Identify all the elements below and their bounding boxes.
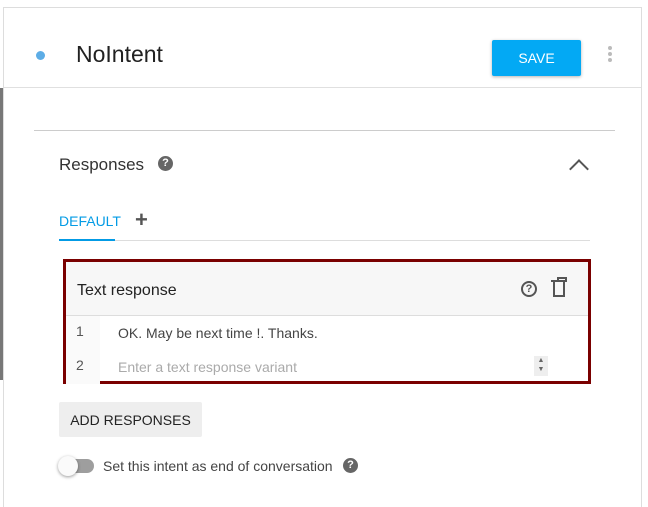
scrollbar[interactable] (0, 88, 3, 380)
divider (34, 130, 615, 131)
trash-icon[interactable] (551, 277, 567, 297)
response-input[interactable]: Enter a text response variant (118, 359, 297, 375)
status-dot-icon (36, 51, 45, 60)
add-responses-button[interactable]: ADD RESPONSES (59, 402, 202, 437)
response-row: 1 OK. May be next time !. Thanks. (66, 316, 588, 350)
end-conversation-label: Set this intent as end of conversation (103, 458, 333, 474)
resize-spinner-icon[interactable]: ▲ ▼ (534, 356, 548, 376)
add-tab-icon[interactable]: + (135, 207, 148, 233)
row-number: 1 (66, 316, 100, 350)
help-icon[interactable]: ? (158, 156, 173, 171)
intent-title: NoIntent (76, 41, 163, 67)
toggle-knob (58, 456, 78, 476)
end-conversation-toggle[interactable] (58, 456, 94, 476)
card-header: Text response ? (66, 262, 588, 316)
response-tabs: DEFAULT + (59, 207, 590, 241)
help-circle-icon[interactable]: ? (521, 281, 537, 297)
more-options-icon[interactable] (607, 46, 613, 66)
save-button[interactable]: SAVE (492, 40, 581, 76)
card-title: Text response (77, 282, 177, 299)
response-row: 2 Enter a text response variant ▲ ▼ (66, 350, 588, 384)
tab-default[interactable]: DEFAULT (59, 211, 121, 241)
intent-header: NoIntent SAVE (4, 8, 641, 88)
response-text[interactable]: OK. May be next time !. Thanks. (118, 325, 318, 341)
text-response-card: Text response ? 1 OK. May be next time !… (63, 259, 591, 384)
help-icon[interactable]: ? (343, 458, 358, 473)
responses-heading: Responses (59, 155, 145, 174)
row-number: 2 (66, 350, 100, 384)
